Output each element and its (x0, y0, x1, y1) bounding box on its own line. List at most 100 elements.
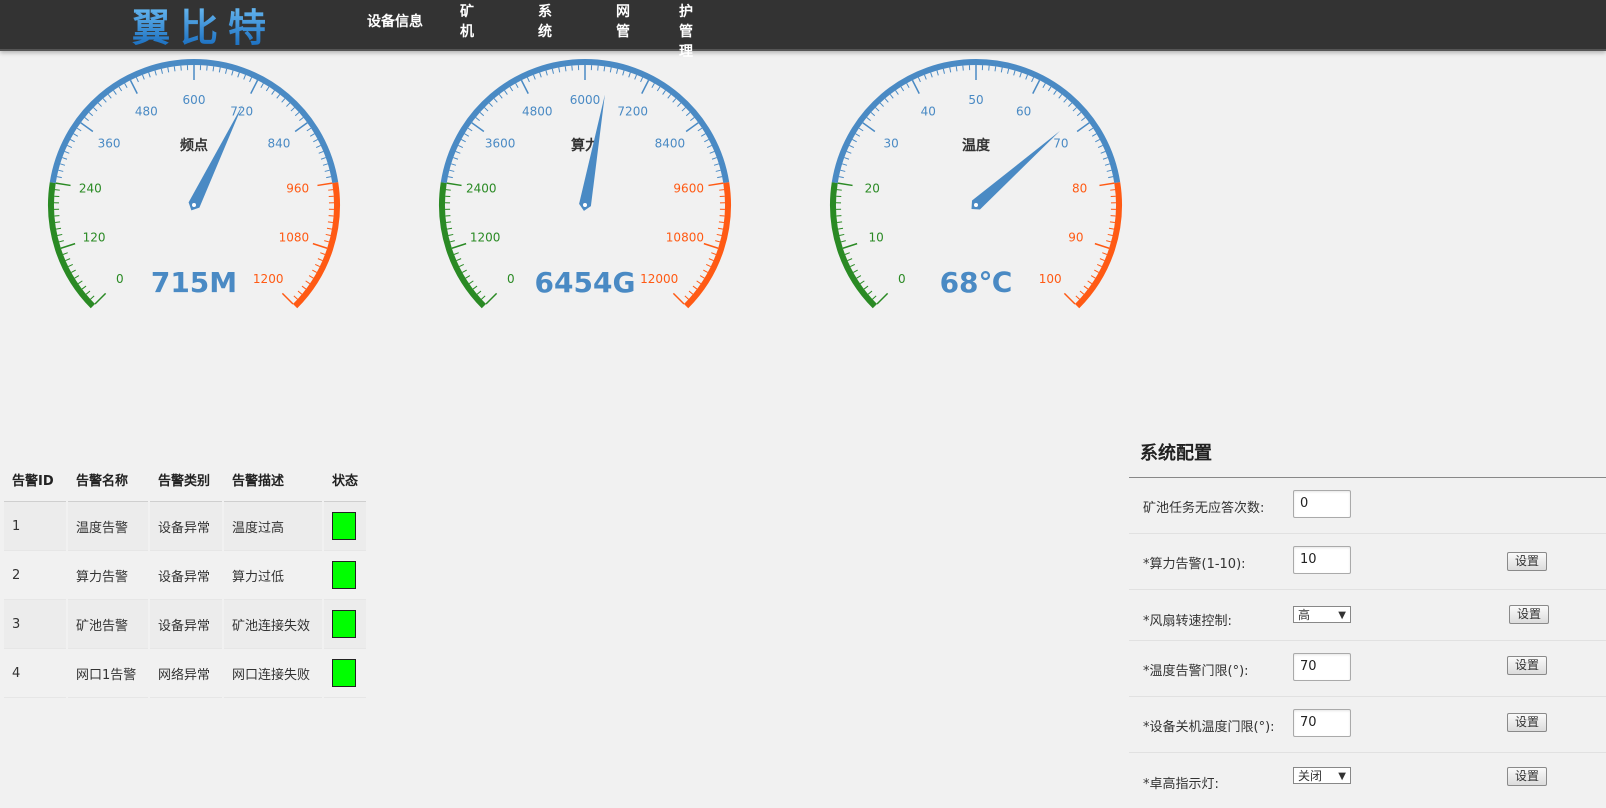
gauge-minor-tick (453, 158, 458, 160)
gauge-needle-pivot (974, 203, 978, 207)
indicator-light-select[interactable]: 关闭 ▼ (1293, 767, 1351, 784)
fan-speed-select[interactable]: 高 ▼ (1293, 606, 1351, 623)
alarm-table: 告警ID 告警名称 告警类别 告警描述 状态 1 温度告警 设备异常 温度过高 … (2, 457, 368, 698)
gauge-minor-tick (1110, 190, 1115, 191)
gauge-major-tick (843, 244, 857, 249)
gauge-minor-tick (673, 99, 676, 103)
gauge-minor-tick (610, 67, 611, 72)
gauge-minor-tick (937, 71, 938, 76)
gauge-major-tick (1077, 123, 1089, 132)
config-row-pool-timeout: 矿池任务无应答次数: 0 (1129, 478, 1606, 534)
temp-alarm-set-button[interactable]: 设置 (1507, 656, 1547, 675)
alarm-category: 设备异常 (150, 502, 222, 551)
gauge-minor-tick (149, 73, 151, 78)
gauge-tick-label: 1080 (279, 230, 310, 244)
gauge-minor-tick (93, 108, 97, 111)
gauge-minor-tick (318, 259, 323, 261)
gauge-minor-tick (943, 69, 944, 74)
gauge-minor-tick (142, 75, 144, 80)
gauge-minor-tick (860, 281, 864, 284)
gauge-title: 温度 (962, 137, 991, 154)
gauge-minor-tick (690, 117, 694, 120)
gauge-minor-tick (842, 164, 847, 165)
fan-speed-set-button[interactable]: 设置 (1509, 605, 1549, 624)
gauge-minor-tick (717, 234, 722, 235)
gauge-tick-label: 8400 (655, 136, 686, 150)
indicator-light-set-button[interactable]: 设置 (1507, 767, 1547, 786)
gauge-tick-label: 100 (1039, 272, 1062, 286)
nav-item-system[interactable]: 系统 (538, 1, 552, 41)
nav-item-device-info[interactable]: 设备信息 (367, 11, 423, 31)
gauge-minor-tick (1068, 103, 1071, 107)
shutdown-temp-set-button[interactable]: 设置 (1507, 713, 1547, 732)
nav-item-miner[interactable]: 矿机 (460, 1, 474, 41)
gauge-tick-label: 9600 (673, 182, 704, 196)
nav-item-network-mgmt[interactable]: 网管 (616, 1, 630, 41)
gauge-minor-tick (709, 259, 714, 261)
hashrate-alarm-set-button[interactable]: 设置 (1507, 552, 1547, 571)
gauge-minor-tick (852, 139, 856, 141)
gauge-minor-tick (719, 222, 724, 223)
shutdown-temp-input[interactable]: 70 (1293, 709, 1351, 737)
gauge-major-tick (704, 244, 718, 249)
gauge-minor-tick (476, 117, 480, 120)
gauge-minor-tick (689, 291, 693, 294)
gauge-minor-tick (480, 112, 484, 115)
gauge-minor-tick (113, 90, 116, 94)
gauge-minor-tick (710, 151, 715, 153)
config-title: 系统配置 (1129, 430, 1606, 478)
gauge-minor-tick (272, 90, 275, 94)
gauge-tick-label: 70 (1053, 136, 1068, 150)
gauge-minor-tick (844, 158, 849, 160)
gauge-minor-tick (324, 241, 329, 242)
gauge-minor-tick (715, 241, 720, 242)
gauge-minor-tick (266, 87, 269, 91)
gauge-minor-tick (864, 286, 868, 289)
gauge-minor-tick (559, 67, 560, 72)
gauge-minor-tick (641, 77, 643, 82)
gauge-minor-tick (75, 276, 79, 279)
gauge-minor-tick (458, 145, 463, 147)
gauge-minor-tick (1106, 241, 1111, 242)
brand-logo[interactable]: 翼比特 (132, 2, 276, 46)
gauge-minor-tick (310, 134, 314, 137)
gauge-minor-tick (1097, 264, 1101, 266)
gauge-band-mid (835, 62, 1117, 183)
config-row-hashrate-alarm: *算力告警(1-10): 10 设置 (1129, 534, 1606, 590)
gauge-minor-tick (1094, 270, 1098, 272)
gauge-minor-tick (309, 276, 313, 279)
gauge-minor-tick (125, 83, 127, 87)
gauge-needle (189, 104, 243, 210)
gauge-minor-tick (706, 264, 710, 266)
pool-timeout-input[interactable]: 0 (1293, 490, 1351, 518)
temp-alarm-input[interactable]: 70 (1293, 653, 1351, 681)
hashrate-alarm-input[interactable]: 10 (1293, 546, 1351, 574)
gauge-minor-tick (890, 94, 893, 98)
alarm-id: 1 (4, 502, 66, 551)
alarm-desc: 矿池连接失效 (224, 600, 322, 649)
gauge-minor-tick (65, 151, 70, 153)
gauge-minor-tick (895, 90, 898, 94)
gauge-minor-tick (604, 66, 605, 71)
gauge-minor-tick (716, 170, 721, 171)
gauge-minor-tick (546, 71, 547, 76)
main-nav: 设备信息 矿机 系统 网管 维护管理 (367, 0, 423, 42)
gauge-minor-tick (316, 145, 321, 147)
config-label: 矿池任务无应答次数: (1143, 497, 1264, 516)
gauge-minor-tick (77, 128, 81, 131)
alarm-status-cell (324, 502, 366, 551)
gauge-minor-tick (704, 139, 708, 141)
gauge-minor-tick (320, 253, 325, 255)
gauge-minor-tick (1105, 164, 1110, 165)
gauge-minor-tick (68, 264, 72, 266)
gauge-minor-tick (481, 296, 485, 299)
gauge-tick-label: 7200 (617, 104, 648, 118)
col-alarm-name: 告警名称 (68, 457, 148, 502)
gauge-minor-tick (238, 73, 240, 78)
alarm-category: 设备异常 (150, 551, 222, 600)
config-label: *风扇转速控制: (1143, 610, 1232, 629)
nav-item-maintenance[interactable]: 维护管理 (679, 0, 693, 61)
gauge-tick-label: 840 (267, 136, 290, 150)
gauge-minor-tick (1100, 259, 1105, 261)
gauge-tick-label: 0 (898, 272, 906, 286)
